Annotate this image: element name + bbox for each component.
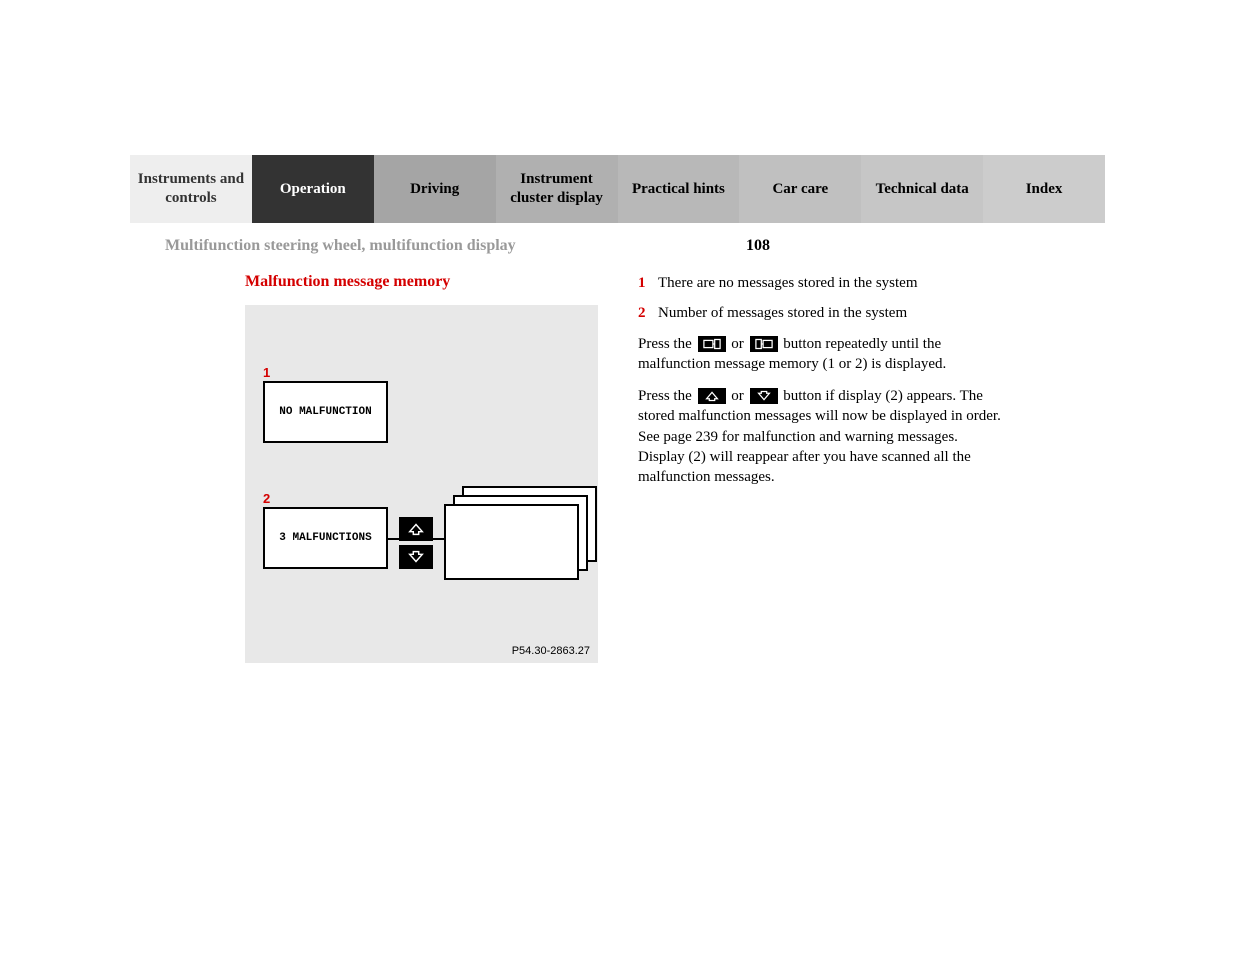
legend-num-1: 1 xyxy=(638,273,658,293)
display-malfunctions-count: 3 MALFUNCTIONS xyxy=(263,507,388,569)
page-container: Instruments and controls Operation Drivi… xyxy=(130,155,1105,663)
legend-num-2: 2 xyxy=(638,303,658,323)
diagram: 1 NO MALFUNCTION 2 3 MALFUNCTIONS P54.30… xyxy=(245,305,598,663)
legend-text-1: There are no messages stored in the syst… xyxy=(658,273,918,293)
legend-row-1: 1 There are no messages stored in the sy… xyxy=(638,273,1003,293)
para2-c: button if display (2) appears. The store… xyxy=(638,388,1001,445)
right-column: 1 There are no messages stored in the sy… xyxy=(638,273,1003,663)
para1-a: Press the xyxy=(638,336,692,352)
scroll-down-icon xyxy=(750,388,778,404)
callout-2: 2 xyxy=(263,491,270,506)
tab-index[interactable]: Index xyxy=(983,155,1105,223)
menu-prev-icon xyxy=(698,336,726,352)
section-path: Multifunction steering wheel, multifunct… xyxy=(165,237,516,255)
legend-row-2: 2 Number of messages stored in the syste… xyxy=(638,303,1003,323)
content: Malfunction message memory 1 NO MALFUNCT… xyxy=(130,273,1105,663)
display-no-malfunction: NO MALFUNCTION xyxy=(263,381,388,443)
menu-next-icon xyxy=(750,336,778,352)
tab-driving[interactable]: Driving xyxy=(374,155,496,223)
paragraph-2: Press the or button if display (2) appea… xyxy=(638,386,1003,487)
subheader: Multifunction steering wheel, multifunct… xyxy=(130,237,1105,255)
tabs-nav: Instruments and controls Operation Drivi… xyxy=(130,155,1105,223)
section-heading: Malfunction message memory xyxy=(245,273,598,291)
down-arrow-button-icon xyxy=(399,545,433,569)
tab-instrument-cluster-display[interactable]: Instrument cluster display xyxy=(496,155,618,223)
up-arrow-button-icon xyxy=(399,517,433,541)
figure-code: P54.30-2863.27 xyxy=(512,645,590,657)
paragraph-1: Press the or button repeatedly until the… xyxy=(638,334,1003,375)
para2-b: or xyxy=(731,388,744,404)
tab-operation[interactable]: Operation xyxy=(252,155,374,223)
tab-instruments-and-controls[interactable]: Instruments and controls xyxy=(130,155,252,223)
left-column: Malfunction message memory 1 NO MALFUNCT… xyxy=(245,273,598,663)
tab-car-care[interactable]: Car care xyxy=(739,155,861,223)
para1-b: or xyxy=(731,336,744,352)
connector-line-2 xyxy=(433,538,444,540)
connector-line xyxy=(388,538,399,540)
para2-a: Press the xyxy=(638,388,692,404)
para2-d: Display (2) will reappear after you have… xyxy=(638,449,971,485)
tab-practical-hints[interactable]: Practical hints xyxy=(618,155,740,223)
page-number: 108 xyxy=(746,237,770,255)
stacked-message-1 xyxy=(444,504,579,580)
callout-1: 1 xyxy=(263,365,270,380)
scroll-up-icon xyxy=(698,388,726,404)
legend-text-2: Number of messages stored in the system xyxy=(658,303,907,323)
tab-technical-data[interactable]: Technical data xyxy=(861,155,983,223)
